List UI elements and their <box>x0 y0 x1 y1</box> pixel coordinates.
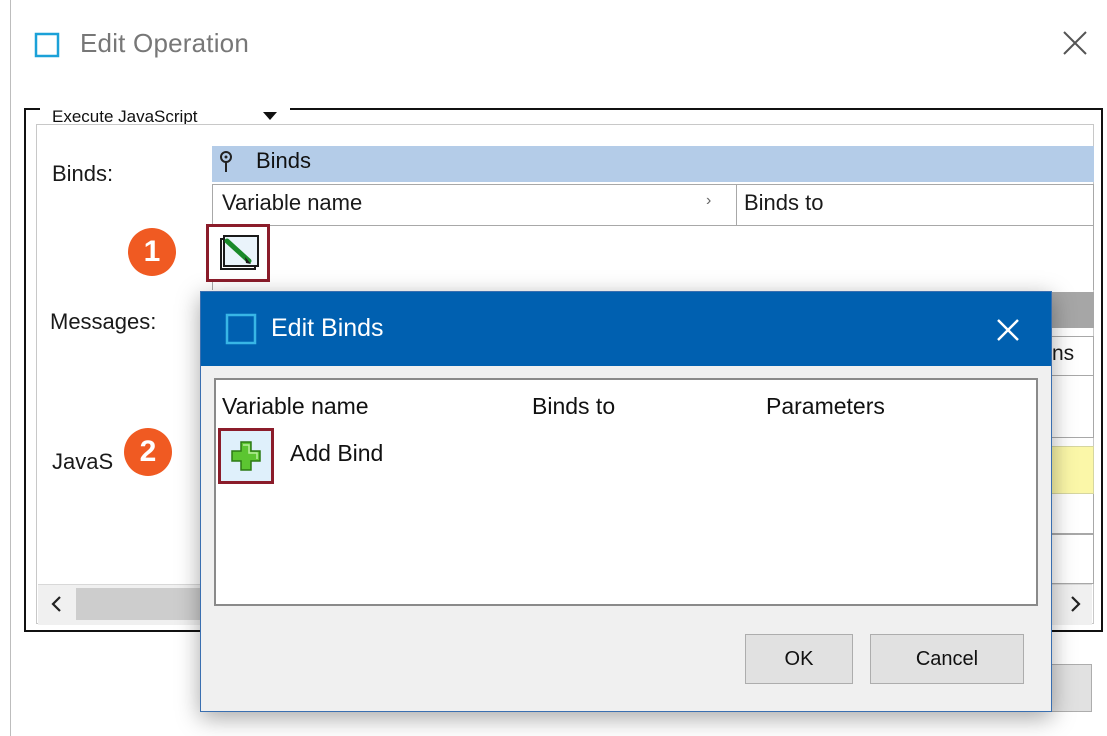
binds-label: Binds: <box>52 161 114 186</box>
edit-pencil-icon <box>220 235 259 270</box>
javascript-editor-lower[interactable] <box>1050 534 1094 584</box>
edit-binds-button[interactable] <box>206 224 270 282</box>
add-bind-label[interactable]: Add Bind <box>290 440 383 467</box>
column-header-binds-to[interactable]: Binds to <box>532 393 615 420</box>
binds-table-title: Binds <box>256 148 312 173</box>
javascript-label-text: JavaS <box>52 449 114 474</box>
column-header-variable-name[interactable]: Variable name <box>222 393 369 420</box>
window-icon <box>34 32 60 58</box>
binds-table-header <box>212 146 1094 182</box>
dropdown-triangle-icon[interactable] <box>262 111 278 121</box>
ok-button[interactable]: OK <box>745 634 853 684</box>
column-divider[interactable] <box>736 184 737 226</box>
javascript-editor-line[interactable] <box>1050 446 1094 494</box>
window-title: Edit Operation <box>80 28 250 58</box>
close-icon[interactable] <box>1058 26 1092 60</box>
add-plus-icon <box>231 441 261 471</box>
cancel-button[interactable]: Cancel <box>870 634 1024 684</box>
scrollbar-thumb[interactable] <box>76 588 216 620</box>
step-callout-1: 1 <box>128 228 176 276</box>
column-header-parameters[interactable]: Parameters <box>766 393 885 420</box>
messages-table-header <box>1050 292 1094 328</box>
pin-icon[interactable] <box>218 150 234 174</box>
javascript-editor[interactable] <box>1050 494 1094 534</box>
window-edge <box>10 0 11 736</box>
dialog-title: Edit Binds <box>271 314 384 342</box>
chevron-left-icon[interactable] <box>40 588 74 620</box>
column-expand-icon[interactable]: › <box>706 192 711 210</box>
close-icon[interactable] <box>990 312 1026 348</box>
add-bind-button[interactable] <box>218 428 274 484</box>
chevron-right-icon[interactable] <box>1058 588 1092 620</box>
messages-column-label-fragment: ns <box>1052 342 1075 365</box>
step-callout-2: 2 <box>124 428 172 476</box>
window-icon <box>225 313 257 345</box>
column-header-variable-name[interactable]: Variable name <box>222 190 362 216</box>
column-header-binds-to[interactable]: Binds to <box>744 190 824 216</box>
messages-label: Messages: <box>50 309 157 334</box>
messages-table-body <box>1050 376 1094 438</box>
binds-table-body <box>212 226 1094 290</box>
